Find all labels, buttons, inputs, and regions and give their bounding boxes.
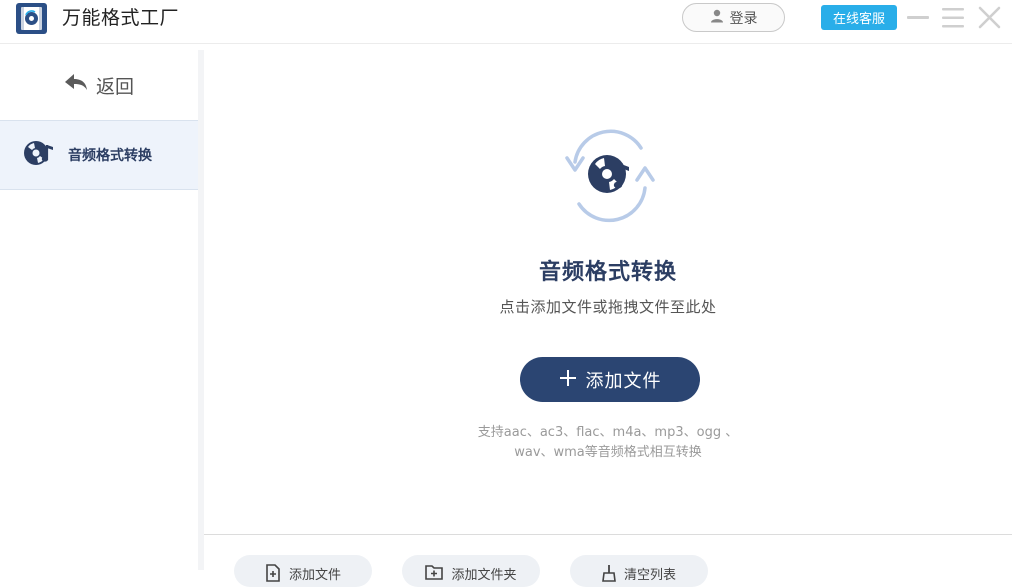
folder-add-icon (425, 564, 444, 584)
audio-disc-icon (23, 139, 55, 171)
supported-formats-text: 支持aac、ac3、flac、m4a、mp3、ogg 、 wav、wma等音频格… (204, 423, 1012, 463)
close-icon[interactable] (976, 5, 1002, 31)
back-arrow-icon (64, 73, 88, 97)
sidebar-item-label: 音频格式转换 (68, 148, 152, 164)
supported-formats-line-1: 支持aac、ac3、flac、m4a、mp3、ogg 、 (477, 425, 739, 440)
toolbar-button-label: 添加文件 (288, 568, 341, 583)
toolbar-add-folder-button[interactable]: 添加文件夹 (402, 555, 540, 587)
audio-convert-graphic-icon (549, 120, 669, 230)
drop-hint: 点击添加文件或拖拽文件至此处 (499, 298, 717, 316)
drop-zone[interactable]: 音频格式转换 点击添加文件或拖拽文件至此处 添加文件 支持aac、ac3、fla… (204, 50, 1012, 587)
plus-icon (559, 369, 577, 391)
sidebar: 返回 音频格式转换 (0, 50, 198, 570)
sidebar-item-audio-convert[interactable]: 音频格式转换 (0, 120, 198, 190)
bottom-toolbar: 添加文件 添加文件夹 清空列表 (204, 535, 1012, 587)
toolbar-button-label: 清空列表 (623, 568, 676, 583)
app-title: 万能格式工厂 (62, 7, 180, 29)
login-button[interactable]: 登录 (682, 3, 785, 32)
page-title: 音频格式转换 (538, 260, 677, 285)
title-bar: 万能格式工厂 登录 在线客服 (0, 0, 1012, 44)
broom-icon (602, 564, 616, 586)
add-file-button[interactable]: 添加文件 (520, 357, 700, 402)
back-button-label: 返回 (95, 75, 134, 98)
user-icon (710, 8, 724, 27)
supported-formats-line-2: wav、wma等音频格式相互转换 (514, 445, 702, 460)
add-file-button-label: 添加文件 (585, 370, 662, 392)
login-button-label: 登录 (729, 10, 758, 27)
toolbar-button-label: 添加文件夹 (451, 568, 517, 583)
file-add-icon (265, 564, 281, 586)
back-button[interactable]: 返回 (0, 50, 198, 120)
online-service-button[interactable]: 在线客服 (821, 5, 897, 30)
minimize-icon[interactable] (905, 5, 931, 31)
toolbar-clear-list-button[interactable]: 清空列表 (570, 555, 708, 587)
app-logo-icon (16, 3, 47, 34)
toolbar-add-file-button[interactable]: 添加文件 (234, 555, 372, 587)
menu-icon[interactable] (940, 5, 966, 31)
